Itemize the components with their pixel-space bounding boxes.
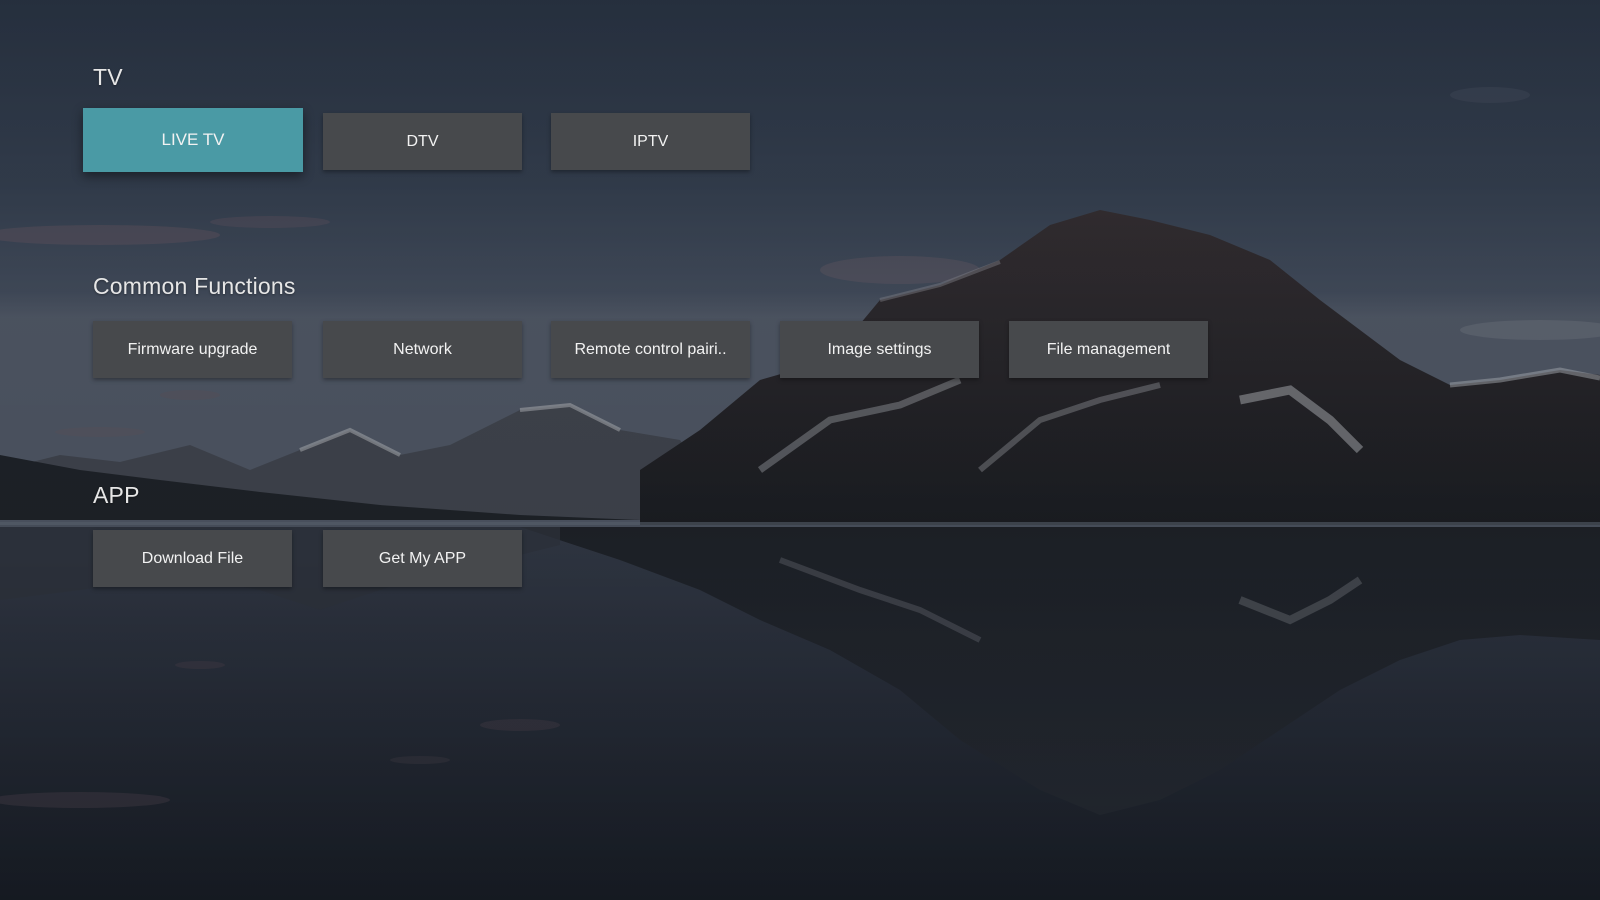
dtv-tile[interactable]: DTV xyxy=(323,113,522,170)
section-title-common-functions: Common Functions xyxy=(93,273,296,299)
section-title-app: APP xyxy=(93,482,140,508)
tile-label: Image settings xyxy=(827,340,932,358)
tile-label: File management xyxy=(1046,340,1171,358)
tile-label: Network xyxy=(393,340,452,358)
image-settings-tile[interactable]: Image settings xyxy=(780,321,979,378)
firmware-upgrade-tile[interactable]: Firmware upgrade xyxy=(93,321,292,378)
tile-label: Download File xyxy=(141,549,244,567)
tile-label: LIVE TV xyxy=(161,130,225,149)
tile-label: Get My APP xyxy=(378,549,467,567)
get-my-app-tile[interactable]: Get My APP xyxy=(323,530,522,587)
remote-control-pairing-tile[interactable]: Remote control pairi.. xyxy=(551,321,750,378)
file-management-tile[interactable]: File management xyxy=(1009,321,1208,378)
section-title-tv: TV xyxy=(93,64,123,90)
tile-label: Remote control pairi.. xyxy=(574,340,727,358)
tile-label: IPTV xyxy=(632,132,669,150)
common-functions-row: Firmware upgrade Network Remote control … xyxy=(0,316,1600,386)
tv-launcher-screen: TV LIVE TV DTV IPTV Common Functions Fir… xyxy=(0,0,1600,900)
launcher-content: TV LIVE TV DTV IPTV Common Functions Fir… xyxy=(0,0,1600,900)
download-file-tile[interactable]: Download File xyxy=(93,530,292,587)
tv-row: LIVE TV DTV IPTV xyxy=(0,108,1600,178)
app-row: Download File Get My APP xyxy=(0,525,1600,595)
network-tile[interactable]: Network xyxy=(323,321,522,378)
iptv-tile[interactable]: IPTV xyxy=(551,113,750,170)
tile-label: DTV xyxy=(406,132,439,150)
live-tv-tile[interactable]: LIVE TV xyxy=(83,108,303,172)
tile-label: Firmware upgrade xyxy=(127,340,258,358)
